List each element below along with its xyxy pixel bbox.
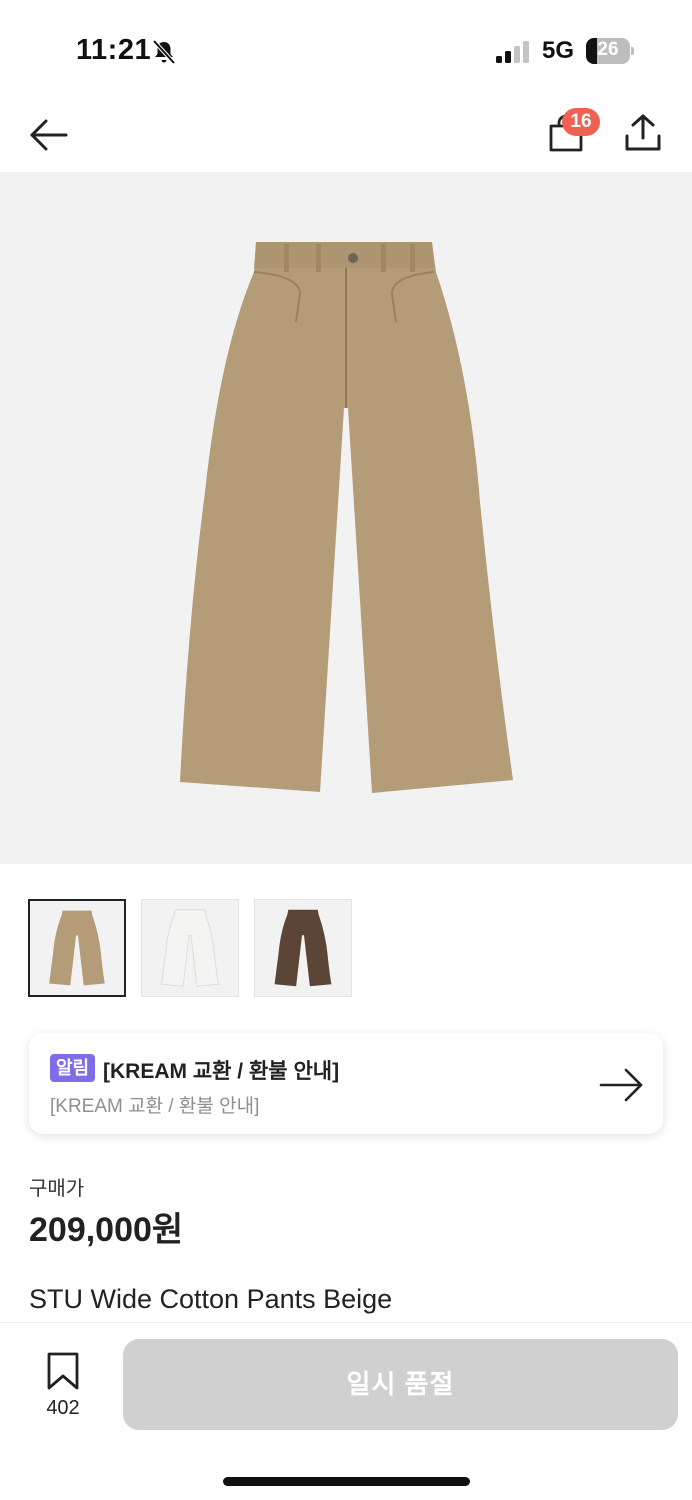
thumbnail-image [274, 909, 332, 987]
battery-icon: 26 [586, 38, 634, 64]
status-time: 11:21 [76, 34, 152, 66]
product-name: STU Wide Cotton Pants Beige [29, 1284, 393, 1314]
battery-level: 26 [597, 39, 619, 60]
cart-count-badge: 16 [562, 108, 600, 136]
network-type: 5G [542, 37, 575, 64]
top-nav: 16 [0, 100, 692, 172]
notice-title: [KREAM 교환 / 환불 안내] [103, 1060, 340, 1083]
price-value: 209,000원 [29, 1211, 184, 1249]
arrow-right-icon [599, 1068, 643, 1102]
pants-illustration [180, 242, 513, 793]
bell-muted-icon [152, 39, 176, 65]
sold-out-button[interactable]: 일시 품절 [123, 1339, 678, 1430]
thumbnail-brown[interactable] [254, 899, 352, 997]
exchange-refund-notice[interactable]: 알림 [KREAM 교환 / 환불 안내] [KREAM 교환 / 환불 안내] [29, 1033, 663, 1134]
share-icon[interactable] [622, 112, 664, 154]
wishlist-button[interactable]: 402 [30, 1351, 96, 1421]
bookmark-icon [47, 1352, 79, 1390]
status-bar: 11:21 5G 26 [0, 0, 692, 100]
product-main-image[interactable] [0, 172, 692, 864]
back-arrow-icon[interactable] [28, 114, 70, 156]
thumbnail-white[interactable] [141, 899, 239, 997]
cellular-signal-icon [496, 41, 529, 63]
thumbnail-beige[interactable] [28, 899, 126, 997]
thumbnail-image [49, 910, 105, 986]
bottom-action-bar: 402 일시 품절 [0, 1322, 692, 1500]
notice-subtitle: [KREAM 교환 / 환불 안내] [50, 1096, 260, 1117]
notice-tag: 알림 [50, 1054, 96, 1082]
home-indicator [223, 1477, 470, 1486]
price-label: 구매가 [29, 1178, 85, 1200]
wishlist-count: 402 [46, 1397, 80, 1419]
thumbnail-image [161, 909, 219, 987]
